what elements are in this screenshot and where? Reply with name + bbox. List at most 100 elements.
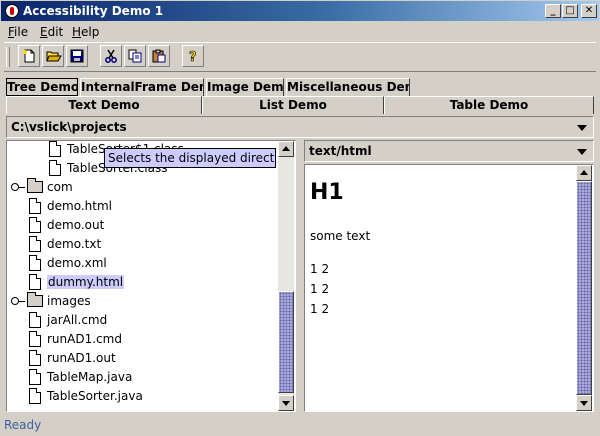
tab-row-1: Tree Demo InternalFrame Demo Image Demo … [4, 78, 596, 96]
file-icon [29, 312, 41, 328]
scroll-thumb[interactable] [278, 291, 294, 393]
file-icon [29, 331, 41, 347]
tree-item-label: com [47, 180, 73, 194]
file-icon [29, 255, 41, 271]
tree-item[interactable]: TableSorter.java [7, 387, 277, 406]
tab-miscellaneous-demo[interactable]: Miscellaneous Demo [286, 78, 410, 96]
content-type-combo[interactable]: text/html [304, 140, 594, 162]
tab-tree-demo[interactable]: Tree Demo [6, 78, 78, 96]
paste-icon [152, 49, 166, 63]
status-text: Ready [4, 418, 42, 432]
menu-help-rest: elp [81, 25, 100, 39]
content-scrollbar[interactable] [576, 165, 592, 411]
open-folder-icon [46, 51, 62, 62]
new-file-icon [23, 49, 35, 63]
arrow-down-icon [580, 401, 588, 406]
menu-edit-rest: dit [47, 25, 64, 39]
content-heading: H1 [310, 180, 344, 205]
arrow-up-icon [580, 170, 588, 175]
tree-item-selected[interactable]: dummy.html [7, 273, 277, 292]
file-icon [29, 388, 41, 404]
file-icon [29, 369, 41, 385]
tree-item[interactable]: images [7, 292, 277, 311]
tree-item-label: demo.html [47, 199, 112, 213]
tree-item-label: runAD1.cmd [47, 332, 122, 346]
content-type-value: text/html [309, 144, 372, 158]
tree-item-label: images [47, 294, 91, 308]
html-content-panel[interactable] [304, 164, 594, 412]
chevron-down-icon [577, 149, 587, 155]
help-button[interactable]: ? [182, 45, 204, 67]
toolbar: ? [4, 42, 596, 72]
menu-edit[interactable]: Edit [40, 25, 63, 39]
tab-image-demo[interactable]: Image Demo [206, 78, 284, 96]
tab-table-demo[interactable]: Table Demo [384, 96, 594, 114]
open-button[interactable] [42, 45, 64, 67]
file-icon [49, 141, 61, 157]
menu-bar: File Edit Help [0, 22, 600, 42]
copy-icon [128, 49, 142, 63]
status-bar: Ready [0, 416, 600, 436]
tree-item-label: demo.txt [47, 237, 102, 251]
tree-item-label: TableMap.java [47, 370, 133, 384]
toolbar-grip[interactable] [6, 47, 10, 67]
save-button[interactable] [66, 45, 88, 67]
tree-scrollbar[interactable] [278, 141, 294, 411]
tree-item[interactable]: demo.txt [7, 235, 277, 254]
paste-button[interactable] [148, 45, 170, 67]
file-tree-panel[interactable]: TableSorter$1.class TableSorter.class co… [6, 140, 296, 412]
minimize-button[interactable]: _ [545, 4, 561, 18]
cut-button[interactable] [100, 45, 122, 67]
content-line: 1 2 [310, 262, 330, 276]
tab-internalframe-demo[interactable]: InternalFrame Demo [80, 78, 204, 96]
content-line: 1 2 [310, 302, 330, 316]
new-file-button[interactable] [18, 45, 40, 67]
scroll-down-button[interactable] [576, 395, 592, 411]
window-title: Accessibility Demo 1 [23, 4, 164, 18]
scroll-up-button[interactable] [278, 141, 294, 157]
tree-item[interactable]: com [7, 178, 277, 197]
directory-combo[interactable]: C:\vslick\projects [6, 116, 594, 138]
title-bar: Accessibility Demo 1 _ □ ✕ [0, 0, 600, 22]
tree-item-label: TableSorter.java [47, 389, 143, 403]
chevron-down-icon [577, 125, 587, 131]
tree-item-label: demo.xml [47, 256, 107, 270]
close-button[interactable]: ✕ [581, 4, 597, 18]
scroll-down-button[interactable] [278, 395, 294, 411]
tree-item-label: dummy.html [47, 275, 125, 289]
menu-help[interactable]: Help [72, 25, 99, 39]
tree-item[interactable]: TableMap.java [7, 368, 277, 387]
tree-item-label: demo.out [47, 218, 105, 232]
arrow-up-icon [282, 146, 290, 151]
content-paragraph: some text [310, 229, 371, 243]
maximize-button[interactable]: □ [562, 4, 578, 18]
scroll-thumb[interactable] [576, 181, 592, 395]
tree-item[interactable]: jarAll.cmd [7, 311, 277, 330]
expand-toggle-icon[interactable] [11, 183, 25, 191]
file-icon [29, 236, 41, 252]
tree-item[interactable]: demo.xml [7, 254, 277, 273]
java-app-icon [5, 4, 19, 18]
menu-file[interactable]: File [8, 25, 28, 39]
cut-icon [105, 49, 117, 63]
tree-item[interactable]: demo.out [7, 216, 277, 235]
scroll-up-button[interactable] [576, 165, 592, 181]
menu-file-rest: ile [14, 25, 29, 39]
tooltip: Selects the displayed directory [104, 148, 276, 168]
file-icon [49, 160, 61, 176]
tab-list-demo[interactable]: List Demo [202, 96, 384, 114]
tree-item[interactable]: runAD1.out [7, 349, 277, 368]
file-icon [29, 350, 41, 366]
folder-icon [27, 292, 43, 307]
menu-help-mnemonic: H [72, 25, 82, 39]
tree-item[interactable]: runAD1.cmd [7, 330, 277, 349]
tree-item[interactable]: demo.html [7, 197, 277, 216]
expand-toggle-icon[interactable] [11, 297, 25, 305]
save-icon [70, 49, 84, 63]
copy-button[interactable] [124, 45, 146, 67]
tree-item-label: jarAll.cmd [47, 313, 108, 327]
folder-icon [27, 178, 43, 193]
file-icon [29, 198, 41, 214]
tab-text-demo[interactable]: Text Demo [6, 96, 202, 114]
tab-row-2: Text Demo List Demo Table Demo [4, 96, 596, 114]
